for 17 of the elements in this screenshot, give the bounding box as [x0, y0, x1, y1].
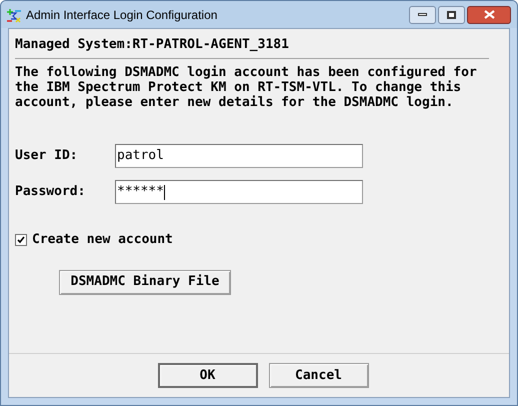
- app-icon: [6, 6, 22, 22]
- cancel-button[interactable]: Cancel: [268, 363, 368, 388]
- field-label: Password:: [15, 183, 86, 202]
- checkbox[interactable]: [15, 234, 27, 246]
- password-field[interactable]: ******: [115, 180, 363, 204]
- binary-file-button[interactable]: DSMADMC Binary File: [59, 270, 231, 294]
- minimize-button[interactable]: [409, 6, 436, 24]
- maximize-button[interactable]: [438, 6, 465, 24]
- info-message: The following DSMADMC login account has been configured for the IBM Spectrum Protect KM on RT-TSM-VTL. To change this account, please enter new details for the DSMADMC login.: [15, 65, 478, 110]
- window-title: Admin Interface Login Configuration: [26, 6, 218, 24]
- close-icon: [484, 10, 494, 19]
- user-id-field[interactable]: patrol: [115, 144, 363, 168]
- field-label: User ID:: [15, 147, 79, 166]
- close-button[interactable]: [467, 6, 511, 24]
- managed-system-label: Managed System:RT-PATROL-AGENT_3181: [15, 37, 290, 53]
- ok-button[interactable]: OK: [158, 363, 258, 388]
- checkbox-label: Create new account: [32, 231, 173, 249]
